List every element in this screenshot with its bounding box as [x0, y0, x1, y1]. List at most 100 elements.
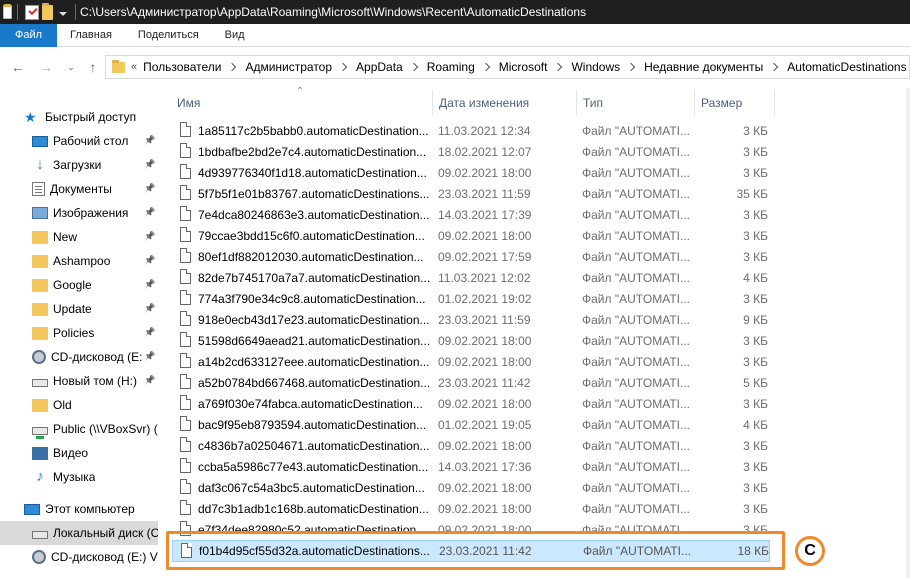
breadcrumb-chevron-icon[interactable] — [769, 62, 779, 72]
sidebar-item[interactable]: ↓ Загрузки 📌 — [0, 153, 158, 177]
sidebar-item[interactable]: Документы 📌 — [0, 177, 158, 201]
breadcrumb-chevron-icon[interactable] — [481, 62, 491, 72]
sidebar-item-label: New — [53, 230, 78, 244]
file-type: Файл "AUTOMATI... — [582, 480, 690, 495]
file-icon — [180, 143, 191, 158]
breadcrumb-item[interactable]: Недавние документы — [644, 60, 763, 74]
file-type: Файл "AUTOMATI... — [582, 207, 690, 222]
file-row[interactable]: a14b2cd633127eee.automaticDestination...… — [172, 351, 772, 372]
file-date: 23.03.2021 11:42 — [438, 375, 531, 390]
file-size: 3 КБ — [743, 123, 768, 138]
sidebar-item[interactable]: New 📌 — [0, 225, 158, 249]
breadcrumb-item[interactable]: AppData — [356, 60, 403, 74]
file-size: 3 КБ — [743, 291, 768, 306]
tab-file[interactable]: Файл — [0, 24, 58, 47]
breadcrumb-chevron-icon[interactable] — [338, 62, 348, 72]
sidebar-item[interactable]: CD-дисковод (E:) V — [0, 545, 158, 569]
tab-view[interactable]: Вид — [212, 24, 258, 47]
column-header-name[interactable]: Имя — [171, 90, 433, 116]
file-name: 79ccae3bdd15c6f0.automaticDestination... — [198, 228, 425, 243]
column-header-size[interactable]: Размер — [695, 90, 775, 116]
file-row[interactable]: dd7c3b1adb1c168b.automaticDestination...… — [172, 498, 772, 519]
sidebar-item-label: Ashampoo — [53, 254, 111, 268]
breadcrumb-item[interactable]: Пользователи — [143, 60, 221, 74]
file-type: Файл "AUTOMATI... — [582, 333, 690, 348]
cd-drive-icon — [32, 550, 46, 564]
forward-arrow-icon[interactable]: → — [37, 58, 55, 76]
breadcrumb-item[interactable]: Windows — [571, 60, 620, 74]
sidebar-item[interactable]: CD-дисковод (E: 📌 — [0, 345, 158, 369]
toolbar-divider — [17, 4, 18, 20]
sidebar-item[interactable]: Локальный диск (C — [0, 521, 158, 545]
sidebar-item[interactable]: Old — [0, 393, 158, 417]
sidebar-item[interactable]: Новый том (H:) 📌 — [0, 369, 158, 393]
sidebar-item-label: Google — [53, 278, 92, 292]
properties-icon[interactable] — [25, 4, 39, 20]
file-size: 3 КБ — [743, 459, 768, 474]
file-date: 18.02.2021 12:07 — [438, 144, 532, 159]
address-bar[interactable]: « Пользователи Администратор AppData Roamin… — [105, 55, 910, 79]
overflow-chevron-icon[interactable]: « — [131, 61, 137, 73]
column-header-date[interactable]: Дата изменения — [433, 90, 577, 116]
new-folder-icon[interactable] — [42, 2, 53, 20]
back-arrow-icon[interactable]: ← — [9, 58, 27, 76]
file-icon — [180, 269, 191, 284]
pin-icon: 📌 — [144, 351, 156, 361]
file-row[interactable]: c4836b7a02504671.automaticDestination...… — [172, 435, 772, 456]
recent-locations-chevron-icon[interactable]: ⌄ — [62, 58, 80, 76]
file-row[interactable]: 80ef1df882012030.automaticDestination...… — [172, 246, 772, 267]
column-header-type[interactable]: Тип — [577, 90, 695, 116]
file-row[interactable]: ccba5a5986c77e43.automaticDestination...… — [172, 456, 772, 477]
file-row[interactable]: 4d939776340f1d18.automaticDestination...… — [172, 162, 772, 183]
sidebar-item[interactable]: Рабочий стол 📌 — [0, 129, 158, 153]
file-row[interactable]: 7e4dca80246863e3.automaticDestination...… — [172, 204, 772, 225]
tab-home[interactable]: Главная — [57, 24, 125, 47]
sidebar-item-this-pc[interactable]: Этот компьютер — [24, 497, 158, 521]
file-date: 09.02.2021 18:00 — [438, 501, 532, 516]
sidebar-item[interactable]: Update 📌 — [0, 297, 158, 321]
file-date: 01.02.2021 19:02 — [438, 291, 532, 306]
file-row[interactable]: 774a3f790e34c9c8.automaticDestination...… — [172, 288, 772, 309]
file-name: 82de7b745170a7a7.automaticDestination... — [198, 270, 431, 285]
breadcrumb-chevron-icon[interactable] — [554, 62, 563, 72]
sidebar-item[interactable]: ♪ Музыка — [0, 465, 158, 489]
breadcrumb-item[interactable]: Microsoft — [499, 60, 548, 74]
customize-toolbar-dropdown-icon[interactable] — [59, 12, 67, 16]
folder-icon — [112, 59, 125, 73]
file-name: a52b0784bd667468.automaticDestination... — [198, 375, 431, 390]
file-row[interactable]: 5f7b5f1e01b83767.automaticDestinations..… — [172, 183, 772, 204]
file-icon — [180, 206, 191, 221]
breadcrumb-chevron-icon[interactable] — [228, 62, 237, 72]
file-icon — [180, 290, 191, 305]
tab-share[interactable]: Поделиться — [125, 24, 212, 47]
file-row[interactable]: 51598d6649aead21.automaticDestination...… — [172, 330, 772, 351]
sidebar-item[interactable]: Видео — [0, 441, 158, 465]
breadcrumb-chevron-icon[interactable] — [626, 62, 636, 72]
breadcrumb-chevron-icon[interactable] — [409, 62, 418, 72]
sidebar-item-label: Этот компьютер — [45, 502, 135, 516]
sidebar-item-quick-access[interactable]: ★ Быстрый доступ — [24, 105, 158, 129]
file-row[interactable]: 79ccae3bdd15c6f0.automaticDestination...… — [172, 225, 772, 246]
breadcrumb-item[interactable]: Roaming — [427, 60, 475, 74]
breadcrumb-item[interactable]: Администратор — [245, 60, 332, 74]
file-icon — [180, 248, 191, 263]
file-row[interactable]: daf3c067c54a3bc5.automaticDestination...… — [172, 477, 772, 498]
file-row[interactable]: 1a85117c2b5babb0.automaticDestination...… — [172, 120, 772, 141]
sidebar-item[interactable]: Google 📌 — [0, 273, 158, 297]
file-row[interactable]: a52b0784bd667468.automaticDestination...… — [172, 372, 772, 393]
sidebar-item[interactable]: Изображения 📌 — [0, 201, 158, 225]
file-type: Файл "AUTOMATI... — [582, 165, 690, 180]
file-row[interactable]: 1bdbafbe2bd2e7c4.automaticDestination...… — [172, 141, 772, 162]
sidebar-item[interactable]: Ashampoo 📌 — [0, 249, 158, 273]
file-row[interactable]: 918e0ecb43d17e23.automaticDestination...… — [172, 309, 772, 330]
pin-icon: 📌 — [144, 159, 156, 169]
file-row[interactable]: a769f030e74fabca.automaticDestination...… — [172, 393, 772, 414]
vertical-scrollbar[interactable] — [906, 88, 910, 578]
sidebar-item[interactable]: Policies 📌 — [0, 321, 158, 345]
file-name: c4836b7a02504671.automaticDestination... — [198, 438, 430, 453]
breadcrumb-item[interactable]: AutomaticDestinations — [787, 60, 906, 74]
file-row[interactable]: 82de7b745170a7a7.automaticDestination...… — [172, 267, 772, 288]
file-row[interactable]: bac9f95eb8793594.automaticDestination...… — [172, 414, 772, 435]
up-arrow-icon[interactable]: ↑ — [84, 58, 102, 76]
sidebar-item[interactable]: Public (\\VBoxSvr) ( — [0, 417, 158, 441]
